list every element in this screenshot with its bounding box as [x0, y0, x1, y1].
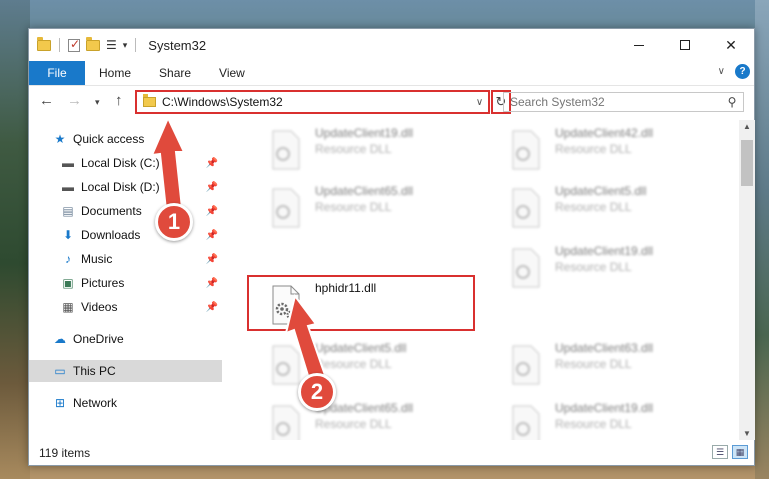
annotation-marker-2: 2 [298, 373, 336, 411]
annotation-arrow-2 [284, 293, 328, 384]
annotation-arrows [150, 115, 328, 384]
annotation-marker-1: 1 [155, 203, 193, 241]
annotation-arrow-1 [150, 115, 186, 212]
